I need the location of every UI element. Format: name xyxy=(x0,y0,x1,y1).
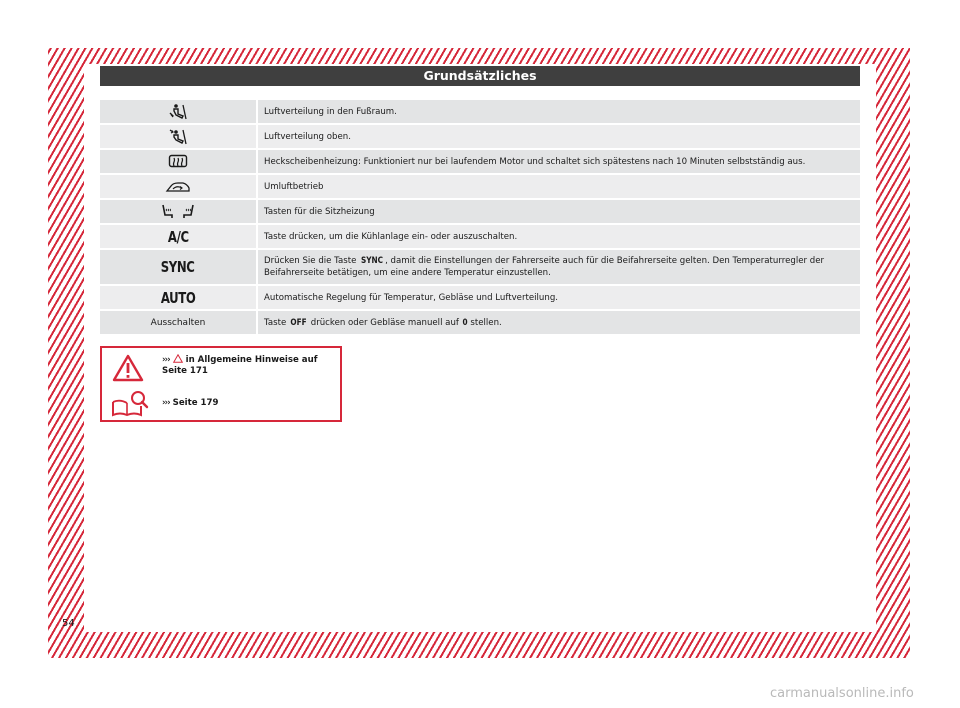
book-magnifier-icon xyxy=(110,390,150,422)
table-row: Ausschalten Taste OFF drücken oder Geblä… xyxy=(100,311,860,334)
footer-watermark-url: carmanualsonline.info xyxy=(770,686,914,701)
table-row: Tasten für die Sitzheizung xyxy=(100,200,860,223)
off-text-end: stellen. xyxy=(470,317,502,328)
rear-window-heating-icon xyxy=(100,150,256,173)
recirculation-icon xyxy=(100,175,256,198)
row-description: Drücken Sie die Taste SYNC, damit die Ei… xyxy=(258,250,860,284)
sync-inline-key: SYNC xyxy=(361,256,384,266)
row-description: Taste OFF drücken oder Gebläse manuell a… xyxy=(258,311,860,334)
ac-key-text: A/C xyxy=(167,227,189,246)
off-label: Ausschalten xyxy=(100,311,256,334)
controls-table: Luftverteilung in den Fußraum. Luftverte… xyxy=(100,100,860,336)
table-row: Umluftbetrieb xyxy=(100,175,860,198)
reference-arrows: ››› xyxy=(162,355,171,365)
off-inline-key: OFF xyxy=(290,317,307,328)
table-row: Luftverteilung oben. xyxy=(100,125,860,148)
table-row: A/C Taste drücken, um die Kühlanlage ein… xyxy=(100,225,860,248)
book-reference[interactable]: ››› Seite 179 xyxy=(162,398,218,409)
warning-triangle-icon xyxy=(112,354,144,386)
warning-reference-page: Seite 171 xyxy=(162,366,208,376)
book-reference-text: Seite 179 xyxy=(172,398,219,408)
table-row: AUTO Automatische Regelung für Temperatu… xyxy=(100,286,860,309)
section-header: Grundsätzliches xyxy=(100,66,860,86)
off-text-pre: Taste xyxy=(264,317,287,328)
seat-heating-icon xyxy=(100,200,256,223)
zero-inline-key: 0 xyxy=(462,317,468,328)
off-text-mid: drücken oder Gebläse manuell auf xyxy=(310,317,459,328)
row-description: Luftverteilung oben. xyxy=(258,125,860,148)
warning-reference[interactable]: ››› in Allgemeine Hinweise auf Seite 171 xyxy=(162,354,317,377)
sync-key-label: SYNC xyxy=(100,250,256,284)
row-description: Tasten für die Sitzheizung xyxy=(258,200,860,223)
row-description: Luftverteilung in den Fußraum. xyxy=(258,100,860,123)
row-description: Heckscheibenheizung: Funktioniert nur be… xyxy=(258,150,860,173)
sync-key-text: SYNC xyxy=(161,258,195,276)
warning-reference-text: in Allgemeine Hinweise auf xyxy=(185,355,318,365)
reference-note-box: ››› in Allgemeine Hinweise auf Seite 171… xyxy=(100,346,342,422)
footwell-airflow-icon xyxy=(100,100,256,123)
auto-key-label: AUTO xyxy=(100,286,256,309)
inline-warning-icon xyxy=(172,354,183,365)
reference-arrows: ››› xyxy=(162,398,171,408)
page-number: 54 xyxy=(62,618,75,629)
row-description: Automatische Regelung für Temperatur, Ge… xyxy=(258,286,860,309)
table-row: Luftverteilung in den Fußraum. xyxy=(100,100,860,123)
ac-key-label: A/C xyxy=(100,225,256,248)
sync-text-pre: Drücken Sie die Taste xyxy=(264,256,357,266)
auto-key-text: AUTO xyxy=(160,288,196,307)
upper-airflow-icon xyxy=(100,125,256,148)
row-description: Umluftbetrieb xyxy=(258,175,860,198)
row-description: Taste drücken, um die Kühlanlage ein- od… xyxy=(258,225,860,248)
table-row: Heckscheibenheizung: Funktioniert nur be… xyxy=(100,150,860,173)
table-row: SYNC Drücken Sie die Taste SYNC, damit d… xyxy=(100,250,860,284)
